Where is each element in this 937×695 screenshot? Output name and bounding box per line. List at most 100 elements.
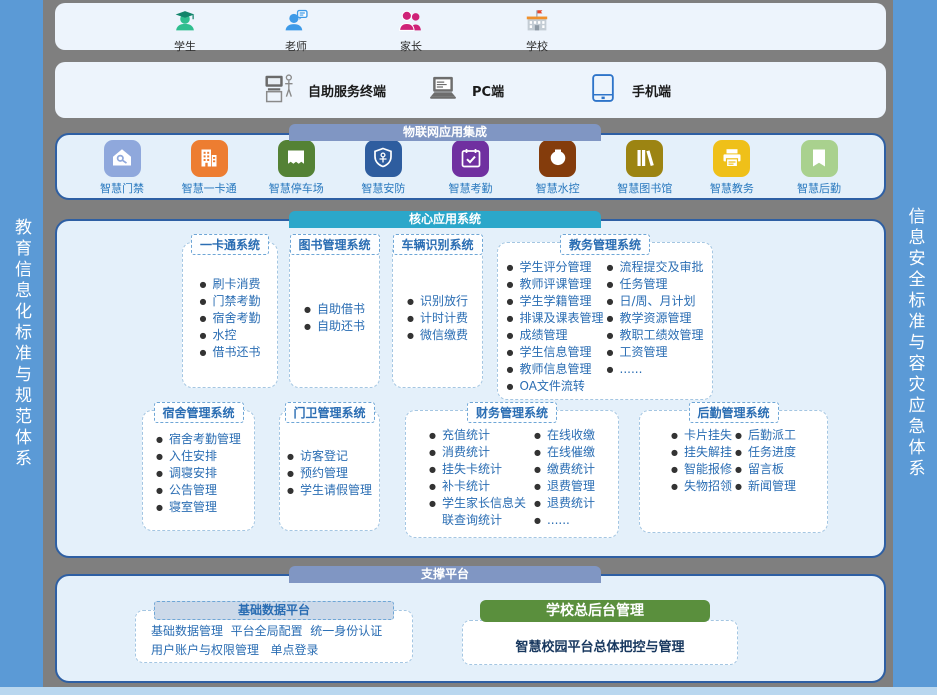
basic-data-platform-card: 基础数据平台 基础数据管理 平台全局配置 统一身份认证 用户账户与权限管理 单点… <box>135 610 413 663</box>
home-key-icon <box>104 140 141 177</box>
feature-item: 宿舍考勤管理 <box>156 431 241 448</box>
iot-tile-label: 智慧后勤 <box>797 180 841 196</box>
feature-item: 水控 <box>199 327 260 344</box>
feature-item: 智能报修 <box>671 461 732 478</box>
feature-item: 自助还书 <box>304 318 365 335</box>
feature-item: 流程提交及审批 <box>607 259 704 276</box>
books-icon <box>626 140 663 177</box>
core-card-title: 后勤管理系统 <box>688 402 778 423</box>
user-role-label: 学校 <box>526 38 548 54</box>
iot-tile: 智慧后勤 <box>780 140 858 196</box>
terminal-1: 自助服务终端 <box>263 72 386 108</box>
feature-item: 调寝安排 <box>156 465 241 482</box>
feature-item: 补卡统计 <box>429 478 531 495</box>
user-role-label: 老师 <box>285 38 307 54</box>
feature-column: 后勤派工任务进度留言板新闻管理 <box>735 427 796 495</box>
feature-item: 卡片挂失 <box>671 427 732 444</box>
teacher-icon <box>284 8 309 37</box>
core-system-card: 车辆识别系统识别放行计时计费微信缴费 <box>392 242 483 388</box>
iot-tile: 智慧门禁 <box>83 140 161 196</box>
core-card-title: 图书管理系统 <box>289 234 379 255</box>
basic-data-platform-title: 基础数据平台 <box>154 601 394 620</box>
feature-item: 刷卡消费 <box>199 276 260 293</box>
feature-column: 访客登记预约管理学生请假管理 <box>287 448 372 499</box>
user-role-2: 老师 <box>284 8 309 54</box>
iot-tile: 智慧图书馆 <box>606 140 684 196</box>
feature-item: 留言板 <box>735 461 796 478</box>
feature-item: 在线催缴 <box>534 444 595 461</box>
terminal-label: 手机端 <box>632 81 671 100</box>
core-card-body: 自助借书自助还书 <box>290 243 379 387</box>
feature-item: 学生评分管理 <box>506 259 603 276</box>
laptop-icon <box>427 72 459 108</box>
feature-item: 自助借书 <box>304 301 365 318</box>
feature-column: 流程提交及审批任务管理日/周、月计划教学资源管理教职工绩效管理工资管理.....… <box>607 259 704 378</box>
feature-column: 卡片挂失挂失解挂智能报修失物招领 <box>671 427 732 495</box>
right-security-label: 信息安全标准与容灾应急体系 <box>903 207 928 480</box>
school-admin-title: 学校总后台管理 <box>480 600 710 622</box>
left-standards-label: 教育信息化标准与规范体系 <box>9 218 34 470</box>
feature-item: OA文件流转 <box>506 378 603 395</box>
feature-item: 退费管理 <box>534 478 595 495</box>
right-security-bar: 信息安全标准与容灾应急体系 <box>893 0 937 687</box>
feature-item: 识别放行 <box>407 293 468 310</box>
feature-item: ...... <box>607 361 704 378</box>
feature-item: 挂失解挂 <box>671 444 732 461</box>
feature-item: 新闻管理 <box>735 478 796 495</box>
iot-tile-label: 智慧门禁 <box>100 180 144 196</box>
feature-item: 任务管理 <box>607 276 704 293</box>
parking-card-icon <box>278 140 315 177</box>
feature-item: 学生学籍管理 <box>506 293 603 310</box>
feature-item: 成绩管理 <box>506 327 603 344</box>
feature-item: 宿舍考勤 <box>199 310 260 327</box>
feature-item: 挂失卡统计 <box>429 461 531 478</box>
user-role-label: 学生 <box>174 38 196 54</box>
core-systems-banner: 核心应用系统 <box>289 211 601 228</box>
core-system-card: 一卡通系统刷卡消费门禁考勤宿舍考勤水控借书还书 <box>182 242 278 388</box>
support-platform-panel: 基础数据平台 基础数据管理 平台全局配置 统一身份认证 用户账户与权限管理 单点… <box>55 574 886 683</box>
feature-item: 预约管理 <box>287 465 372 482</box>
water-jar-icon <box>539 140 576 177</box>
feature-item: 借书还书 <box>199 344 260 361</box>
core-system-card: 门卫管理系统访客登记预约管理学生请假管理 <box>279 410 380 531</box>
iot-tile-label: 智慧水控 <box>536 180 580 196</box>
feature-column: 学生评分管理教师评课管理学生学籍管理排课及课表管理成绩管理学生信息管理教师信息管… <box>506 259 603 395</box>
iot-tile: 智慧停车场 <box>257 140 335 196</box>
core-card-body: 卡片挂失挂失解挂智能报修失物招领后勤派工任务进度留言板新闻管理 <box>640 411 827 532</box>
feature-item: 消费统计 <box>429 444 531 461</box>
terminal-3: 手机端 <box>587 72 671 108</box>
user-role-3: 家长 <box>399 8 424 54</box>
feature-item: 后勤派工 <box>735 427 796 444</box>
core-card-title: 一卡通系统 <box>191 234 269 255</box>
user-role-1: 学生 <box>173 8 198 54</box>
feature-column: 自助借书自助还书 <box>304 301 365 335</box>
user-roles-panel: 学生老师家长学校 <box>55 3 886 50</box>
feature-column: 在线收缴在线催缴缴费统计退费管理退费统计...... <box>534 427 595 529</box>
feature-item: 教师评课管理 <box>506 276 603 293</box>
terminal-2: PC端 <box>427 72 504 108</box>
iot-integration-panel: 智慧门禁智慧一卡通智慧停车场智慧安防智慧考勤智慧水控智慧图书馆智慧教务智慧后勤 <box>55 133 886 200</box>
basic-data-line-1: 基础数据管理 平台全局配置 统一身份认证 <box>151 622 412 641</box>
feature-item: 访客登记 <box>287 448 372 465</box>
support-platform-banner: 支撑平台 <box>289 566 601 583</box>
feature-item: 失物招领 <box>671 478 732 495</box>
iot-tile-label: 智慧考勤 <box>449 180 493 196</box>
feature-column: 识别放行计时计费微信缴费 <box>407 293 468 344</box>
feature-item: 任务进度 <box>735 444 796 461</box>
feature-column: 刷卡消费门禁考勤宿舍考勤水控借书还书 <box>199 276 260 361</box>
feature-item: 入住安排 <box>156 448 241 465</box>
iot-tile: 智慧一卡通 <box>170 140 248 196</box>
school-icon <box>525 8 550 37</box>
core-card-body: 刷卡消费门禁考勤宿舍考勤水控借书还书 <box>183 243 277 387</box>
feature-item: 日/周、月计划 <box>607 293 704 310</box>
core-card-body: 充值统计消费统计挂失卡统计补卡统计学生家长信息关联查询统计在线收缴在线催缴缴费统… <box>406 411 618 537</box>
core-card-title: 宿舍管理系统 <box>153 402 243 423</box>
core-card-title: 门卫管理系统 <box>284 402 374 423</box>
tablet-icon <box>587 72 619 108</box>
bottom-strip <box>0 687 937 695</box>
calendar-check-icon <box>452 140 489 177</box>
school-admin-card: 智慧校园平台总体把控与管理 <box>462 620 738 665</box>
core-card-body: 宿舍考勤管理入住安排调寝安排公告管理寝室管理 <box>143 411 254 530</box>
core-card-title: 车辆识别系统 <box>392 234 482 255</box>
core-system-card: 后勤管理系统卡片挂失挂失解挂智能报修失物招领后勤派工任务进度留言板新闻管理 <box>639 410 828 533</box>
